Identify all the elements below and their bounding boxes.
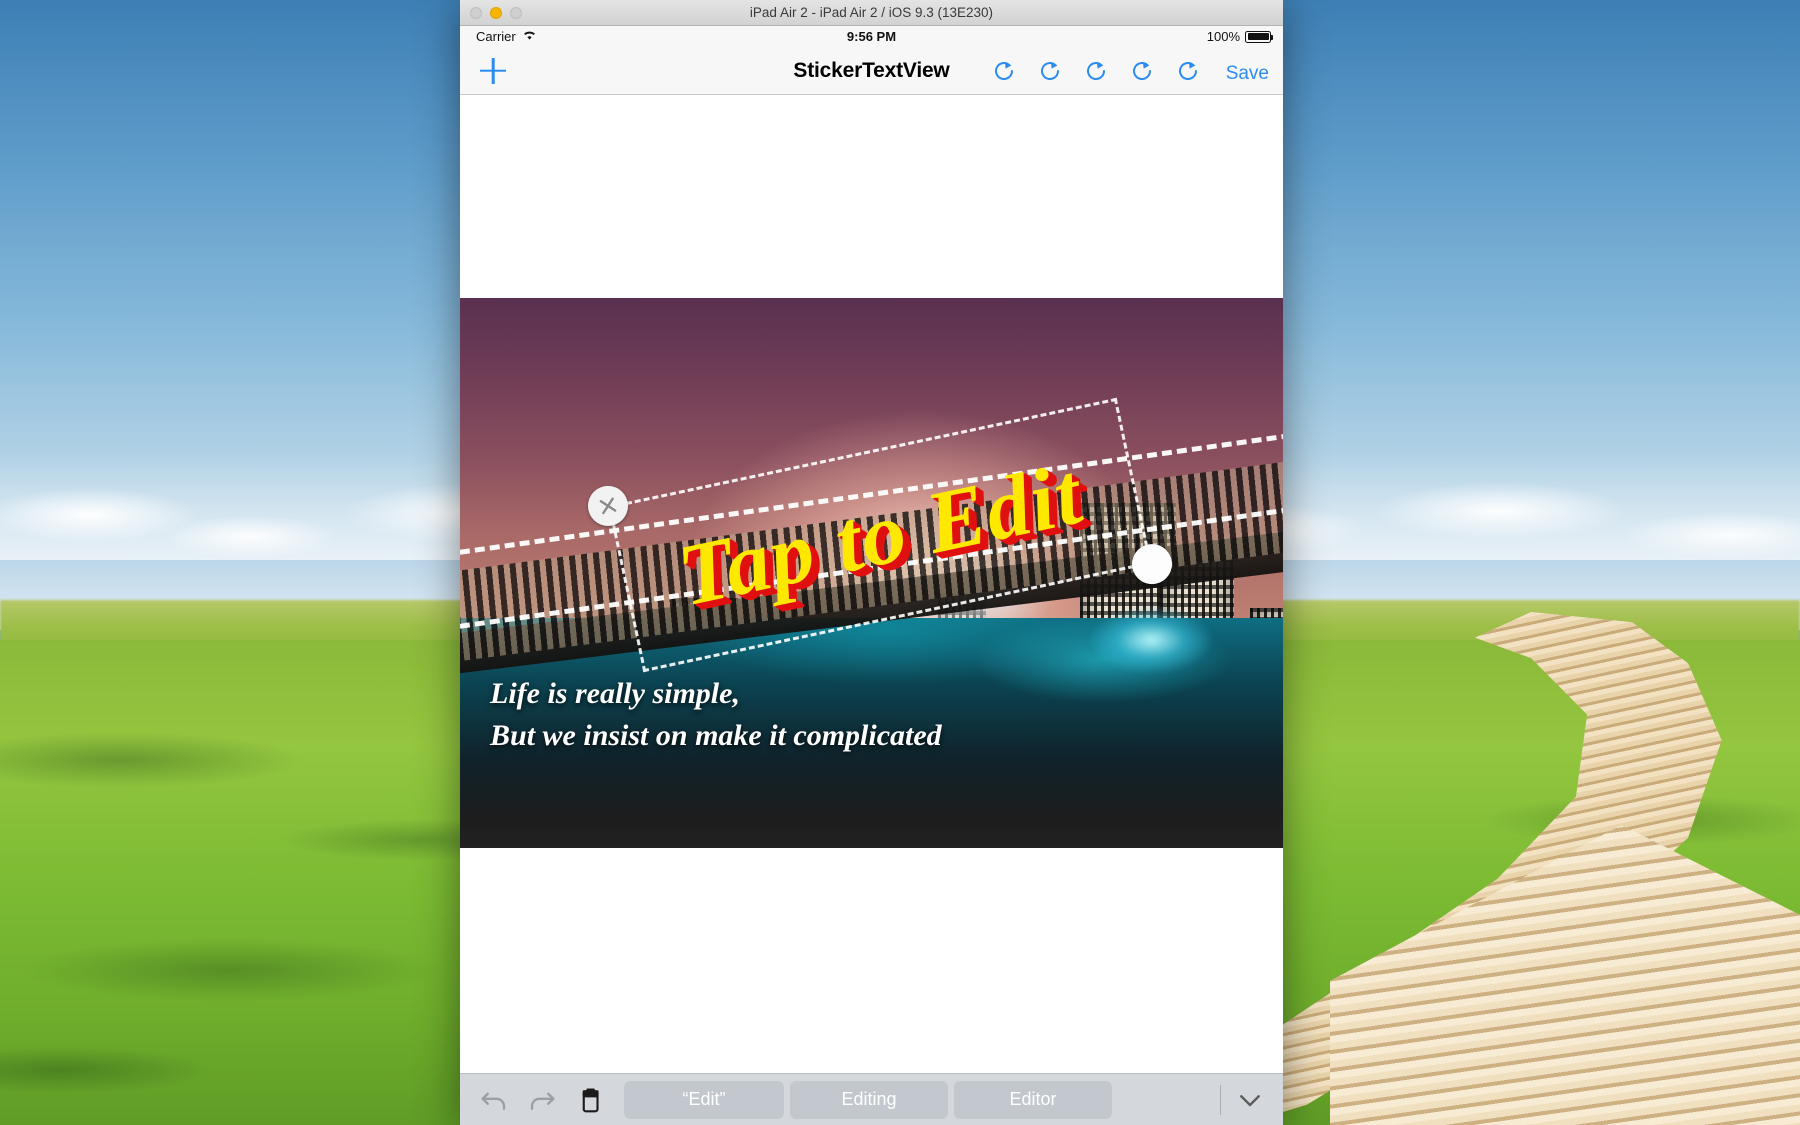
paste-icon[interactable]: [575, 1085, 605, 1115]
window-controls: [470, 7, 522, 19]
window-titlebar[interactable]: iPad Air 2 - iPad Air 2 / iOS 9.3 (13E23…: [460, 0, 1283, 26]
rotate-5-icon[interactable]: [1176, 59, 1200, 83]
ios-status-bar: Carrier 9:56 PM 100%: [460, 26, 1283, 47]
redo-icon[interactable]: [527, 1085, 557, 1115]
suggestion-chip-3[interactable]: Editor: [954, 1081, 1112, 1119]
battery-percent-label: 100%: [1207, 29, 1240, 44]
rotate-4-icon[interactable]: [1130, 59, 1154, 83]
minimize-button[interactable]: [490, 7, 502, 19]
app-content: Tap to Edit Life is really simple, But w…: [460, 95, 1283, 1125]
quote-line-1: Life is really simple,: [490, 673, 942, 714]
suggestion-list: “Edit” Editing Editor: [624, 1081, 1214, 1119]
ios-nav-bar: StickerTextView: [460, 47, 1283, 95]
rotate-3-icon[interactable]: [1084, 59, 1108, 83]
zoom-button[interactable]: [510, 7, 522, 19]
quicktype-bar: “Edit” Editing Editor: [460, 1073, 1283, 1125]
rotate-1-icon[interactable]: [992, 59, 1016, 83]
nav-right-actions: Save: [992, 57, 1283, 85]
rotate-2-icon[interactable]: [1038, 59, 1062, 83]
window-title: iPad Air 2 - iPad Air 2 / iOS 9.3 (13E23…: [460, 5, 1283, 20]
image-canvas[interactable]: Tap to Edit Life is really simple, But w…: [460, 298, 1283, 848]
save-button[interactable]: Save: [1226, 57, 1269, 85]
chevron-down-icon[interactable]: [1235, 1085, 1265, 1115]
status-clock: 9:56 PM: [460, 29, 1283, 44]
toolbar-divider: [1220, 1085, 1221, 1115]
quote-line-2: But we insist on make it complicated: [490, 715, 942, 756]
plus-icon[interactable]: [478, 56, 508, 86]
simulator-window: iPad Air 2 - iPad Air 2 / iOS 9.3 (13E23…: [460, 0, 1283, 1125]
battery-area: 100%: [1207, 29, 1271, 44]
content-spacer-top: [460, 95, 1283, 298]
photo-water-glow: [1091, 608, 1211, 672]
suggestion-chip-2[interactable]: Editing: [790, 1081, 948, 1119]
suggestion-chip-1[interactable]: “Edit”: [624, 1081, 784, 1119]
battery-full-icon: [1245, 31, 1271, 43]
quote-overlay: Life is really simple, But we insist on …: [490, 673, 942, 756]
close-button[interactable]: [470, 7, 482, 19]
undo-icon[interactable]: [479, 1085, 509, 1115]
